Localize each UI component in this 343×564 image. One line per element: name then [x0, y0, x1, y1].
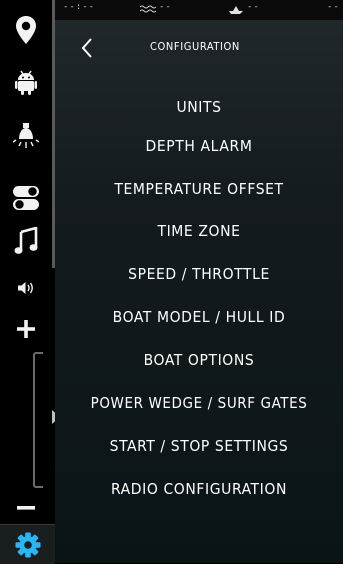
gear-icon	[15, 532, 40, 557]
volume-up-button[interactable]	[0, 314, 52, 344]
page-header: CONFIGURATION	[55, 30, 343, 66]
menu-item-temperature-offset[interactable]: TEMPERATURE OFFSET	[55, 174, 343, 204]
android-icon	[15, 70, 37, 95]
volume-down-button[interactable]	[0, 496, 52, 520]
left-sidebar	[0, 0, 60, 564]
switches-button[interactable]	[0, 176, 52, 220]
toggle-switches-icon	[13, 186, 39, 210]
menu-item-time-zone[interactable]: TIME ZONE	[55, 216, 343, 246]
configuration-panel: --:-- -- -- -- CONFIGURATION UNITS DEPTH…	[55, 0, 343, 563]
menu-item-radio-configuration[interactable]: RADIO CONFIGURATION	[55, 474, 343, 504]
menu-item-boat-options[interactable]: BOAT OPTIONS	[55, 345, 343, 375]
light-bulb-icon	[13, 123, 39, 148]
menu-item-units[interactable]: UNITS	[55, 92, 343, 122]
volume-slider-track[interactable]	[33, 352, 43, 488]
plus-icon	[17, 320, 35, 338]
audio-button[interactable]	[0, 219, 52, 263]
android-auto-button[interactable]	[0, 61, 52, 105]
status-time: --:--	[63, 2, 96, 12]
settings-button[interactable]	[0, 524, 55, 564]
back-button[interactable]	[75, 34, 99, 62]
speaker-icon	[18, 282, 33, 294]
page-title: CONFIGURATION	[150, 40, 240, 53]
status-bar: --:-- -- -- --	[55, 0, 343, 20]
status-extra: --	[327, 2, 340, 12]
location-pin-icon	[16, 16, 36, 44]
menu-item-boat-model-hull-id[interactable]: BOAT MODEL / HULL ID	[55, 302, 343, 332]
chevron-left-icon	[81, 38, 92, 58]
menu-item-speed-throttle[interactable]: SPEED / THROTTLE	[55, 259, 343, 289]
menu-item-depth-alarm[interactable]: DEPTH ALARM	[55, 131, 343, 161]
navigation-button[interactable]	[0, 8, 52, 52]
status-water-temp: --	[159, 2, 172, 12]
water-waves-icon	[140, 5, 156, 13]
status-speed: --	[247, 2, 260, 12]
minus-icon	[17, 506, 35, 510]
menu-item-power-wedge-surf-gates[interactable]: POWER WEDGE / SURF GATES	[55, 388, 343, 418]
music-note-icon	[14, 227, 38, 254]
mute-button[interactable]	[0, 276, 52, 300]
lighting-button[interactable]	[0, 113, 52, 157]
menu-item-start-stop-settings[interactable]: START / STOP SETTINGS	[55, 431, 343, 461]
boat-icon	[229, 6, 243, 14]
